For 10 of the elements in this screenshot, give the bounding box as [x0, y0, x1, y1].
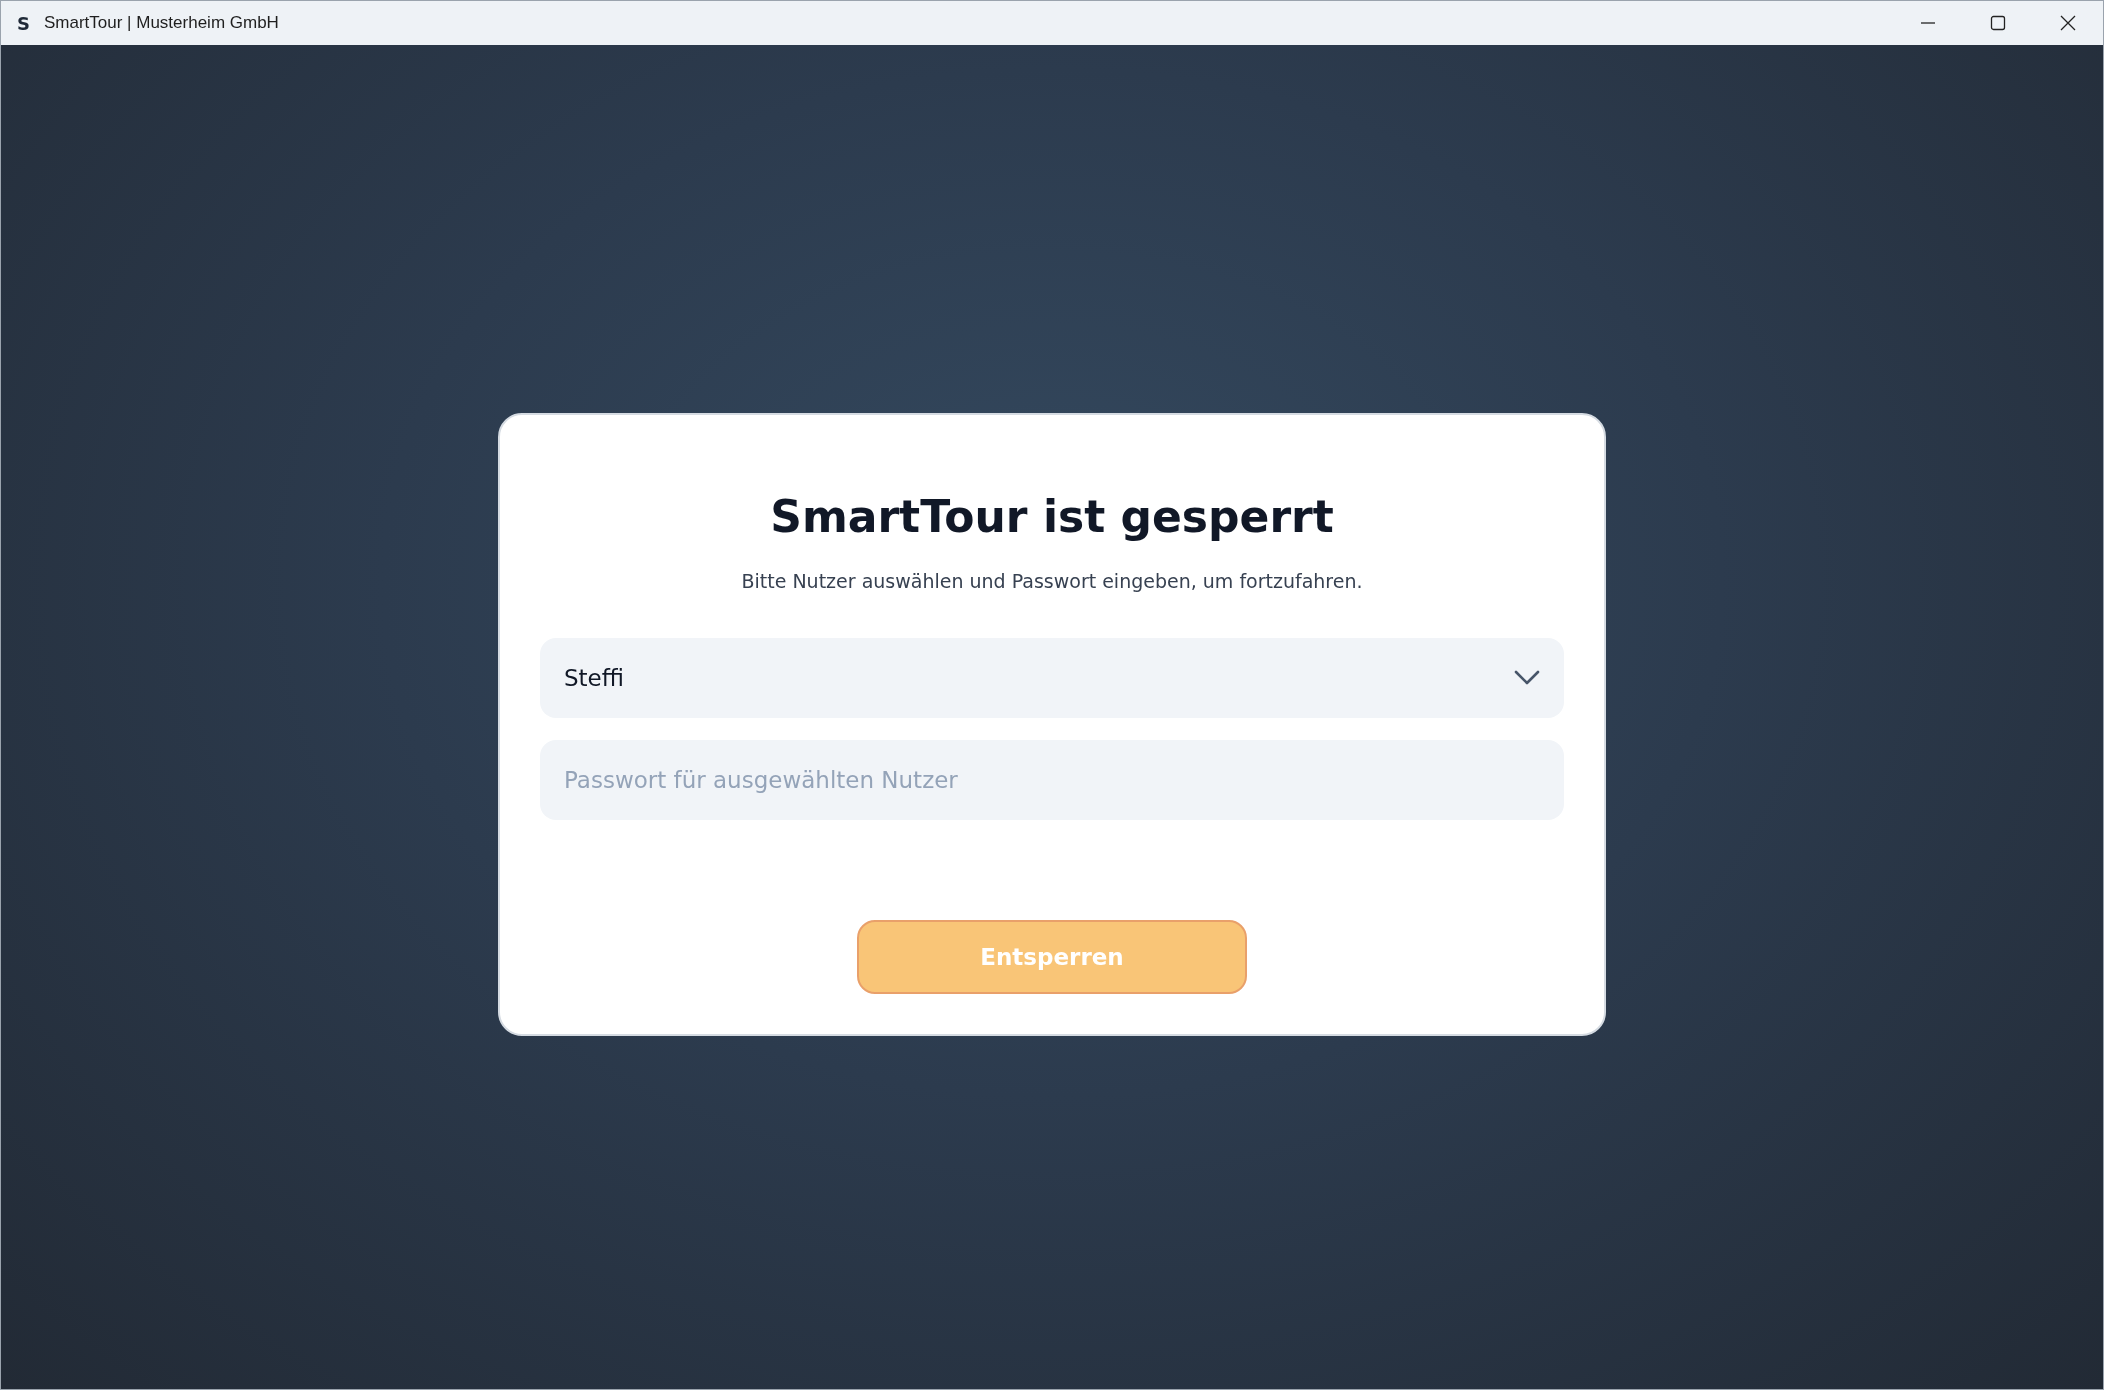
- lock-title: SmartTour ist gesperrt: [770, 490, 1334, 542]
- minimize-icon: [1920, 22, 1936, 24]
- close-icon: [2060, 15, 2076, 31]
- maximize-icon: [1990, 15, 2006, 31]
- window-title: SmartTour | Musterheim GmbH: [43, 13, 279, 33]
- lock-subtitle: Bitte Nutzer auswählen und Passwort eingeben, um fortzufahren.: [741, 569, 1363, 592]
- password-field[interactable]: Passwort für ausgewählten Nutzer: [540, 739, 1564, 820]
- app-logo: S: [17, 12, 30, 34]
- chevron-down-icon: [1514, 669, 1540, 686]
- user-select[interactable]: Steffi: [540, 637, 1564, 718]
